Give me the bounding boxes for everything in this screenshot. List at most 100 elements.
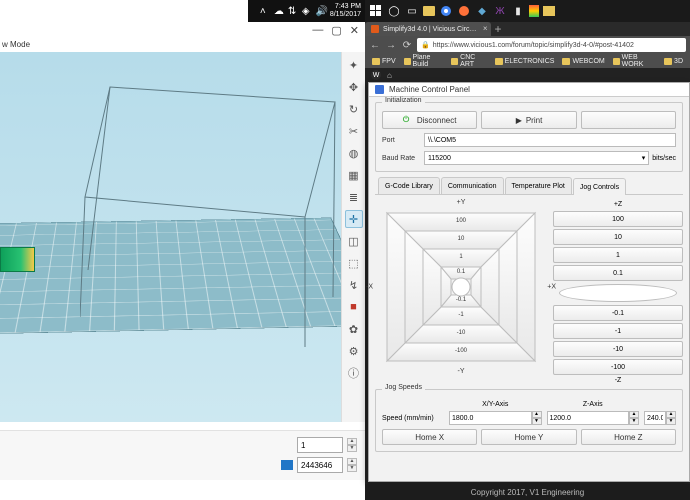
field-b[interactable] <box>297 457 343 473</box>
print-button[interactable]: ▶ Print <box>481 111 576 129</box>
new-tab-icon[interactable]: + <box>491 22 506 36</box>
home-x-button[interactable]: Home X <box>382 429 477 445</box>
browser-tab[interactable]: Simplify3d 4.0 | Vicious Circ… × <box>365 22 491 36</box>
tab-gcode-library[interactable]: G-Code Library <box>378 177 440 194</box>
app-icon[interactable] <box>529 5 539 17</box>
bookmark-item[interactable]: 3D <box>661 58 686 65</box>
step-down-icon[interactable]: ▼ <box>347 465 357 472</box>
viewport-3d[interactable] <box>0 52 365 422</box>
travel-icon[interactable]: ↯ <box>345 276 363 294</box>
rotate-icon[interactable]: ↻ <box>345 100 363 118</box>
jog-x-10[interactable] <box>499 231 517 343</box>
bookmark-item[interactable]: Plane Build <box>401 54 447 68</box>
close-icon[interactable]: ✕ <box>350 24 359 37</box>
info-icon[interactable]: ⓘ <box>345 364 363 382</box>
step-up-icon[interactable]: ▲ <box>532 411 542 418</box>
move-icon[interactable]: ✥ <box>345 78 363 96</box>
jog-z-center[interactable] <box>559 284 677 302</box>
port-value[interactable]: \\.\COM5 <box>424 133 676 147</box>
jog-z-1[interactable]: 1 <box>553 247 683 263</box>
app-icon[interactable]: ▮ <box>511 4 525 18</box>
forward-icon[interactable]: → <box>385 39 397 51</box>
jog-x-100[interactable] <box>517 213 535 361</box>
start-icon[interactable] <box>369 4 383 18</box>
baud-select[interactable]: 115200 ▾ <box>424 151 649 165</box>
jog-z-10[interactable]: 10 <box>553 229 683 245</box>
windows-taskbar[interactable]: ◯ ▭ ◆ Ж ▮ <box>365 0 690 22</box>
jog-z-100[interactable]: 100 <box>553 211 683 227</box>
settings-icon[interactable]: ⚙ <box>345 342 363 360</box>
app-icon[interactable]: Ж <box>493 4 507 18</box>
model-preview[interactable] <box>0 247 35 272</box>
search-icon[interactable]: ◯ <box>387 4 401 18</box>
maximize-icon[interactable]: ▢ <box>331 24 341 37</box>
bookmark-item[interactable]: ELECTRONICS <box>492 58 558 65</box>
disconnect-button[interactable]: ⏻ Disconnect <box>382 111 477 129</box>
tab-temperature-plot[interactable]: Temperature Plot <box>505 177 572 194</box>
step-down-icon[interactable]: ▼ <box>347 445 357 452</box>
step-down-icon[interactable]: ▼ <box>532 418 542 425</box>
back-icon[interactable]: ← <box>369 39 381 51</box>
address-bar[interactable]: 🔒 https://www.vicious1.com/forum/topic/s… <box>417 38 686 52</box>
pointer-icon[interactable]: ✦ <box>345 56 363 74</box>
jog-nz-100[interactable]: -100 <box>553 359 683 375</box>
bookmark-item[interactable]: CNC ART <box>448 54 489 68</box>
wifi-icon[interactable]: ◈ <box>302 6 312 16</box>
cutview-icon[interactable]: ◫ <box>345 232 363 250</box>
jog-nx-100[interactable] <box>387 213 405 361</box>
extra-button[interactable] <box>581 111 676 129</box>
home-icon[interactable]: ⌂ <box>387 71 392 80</box>
volume-icon[interactable]: 🔊 <box>316 6 326 16</box>
jog-nx-10[interactable] <box>405 231 423 343</box>
windows-system-tray[interactable]: ˄ ☁ ⇅ ◈ 🔊 7:43 PM 8/15/2017 <box>248 0 365 22</box>
step-up-icon[interactable]: ▲ <box>347 458 357 465</box>
bookmark-item[interactable]: FPV <box>369 58 399 65</box>
app-icon[interactable] <box>543 6 555 16</box>
bookmark-item[interactable]: WEB WORK <box>610 54 659 68</box>
home-z-button[interactable]: Home Z <box>581 429 676 445</box>
z-speed-input[interactable] <box>547 411 630 425</box>
close-tab-icon[interactable]: × <box>483 24 488 33</box>
view-icon[interactable]: ■ <box>345 298 363 316</box>
bookmark-item[interactable]: WEBCOM <box>559 58 607 65</box>
xy-speed-input[interactable] <box>449 411 532 425</box>
firefox-icon[interactable] <box>457 4 471 18</box>
step-down-icon[interactable]: ▼ <box>629 418 639 425</box>
crosshair-icon[interactable]: ✛ <box>345 210 363 228</box>
browser-tabstrip[interactable]: Simplify3d 4.0 | Vicious Circ… × + <box>365 22 690 36</box>
field-a[interactable] <box>297 437 343 453</box>
taskbar-clock[interactable]: 7:43 PM 8/15/2017 <box>330 3 361 19</box>
reload-icon[interactable]: ⟳ <box>401 39 413 51</box>
tab-jog-controls[interactable]: Jog Controls <box>573 178 626 195</box>
jog-z-01[interactable]: 0.1 <box>553 265 683 281</box>
site-admin-bar[interactable]: W ⌂ <box>365 68 690 82</box>
app-icon[interactable]: ◆ <box>475 4 489 18</box>
jog-center[interactable] <box>452 278 470 296</box>
step-up-icon[interactable]: ▲ <box>666 411 676 418</box>
bookmarks-bar[interactable]: FPV Plane Build CNC ART ELECTRONICS WEBC… <box>365 54 690 68</box>
cube-icon[interactable]: ▦ <box>345 166 363 184</box>
wordpress-icon[interactable]: W <box>371 70 381 80</box>
taskview-icon[interactable]: ▭ <box>405 4 419 18</box>
layers-icon[interactable]: ≣ <box>345 188 363 206</box>
support-icon[interactable]: ◍ <box>345 144 363 162</box>
clip-icon[interactable]: ✂ <box>345 122 363 140</box>
explorer-icon[interactable] <box>423 6 435 16</box>
z-speed2-input[interactable] <box>644 411 666 425</box>
paint-icon[interactable]: ✿ <box>345 320 363 338</box>
network-icon[interactable]: ⇅ <box>288 6 298 16</box>
tab-communication[interactable]: Communication <box>441 177 504 194</box>
chrome-icon[interactable] <box>439 4 453 18</box>
jog-nz-10[interactable]: -10 <box>553 341 683 357</box>
step-down-icon[interactable]: ▼ <box>666 418 676 425</box>
step-up-icon[interactable]: ▲ <box>347 438 357 445</box>
home-y-button[interactable]: Home Y <box>481 429 576 445</box>
step-up-icon[interactable]: ▲ <box>629 411 639 418</box>
chevron-up-icon[interactable]: ˄ <box>260 6 270 16</box>
machine-control-panel: Machine Control Panel Initialization ⏻ D… <box>368 82 690 482</box>
wireframe-icon[interactable]: ⬚ <box>345 254 363 272</box>
cloud-icon[interactable]: ☁ <box>274 6 284 16</box>
minimize-icon[interactable]: — <box>312 24 323 37</box>
jog-nz-1[interactable]: -1 <box>553 323 683 339</box>
jog-nz-01[interactable]: -0.1 <box>553 305 683 321</box>
